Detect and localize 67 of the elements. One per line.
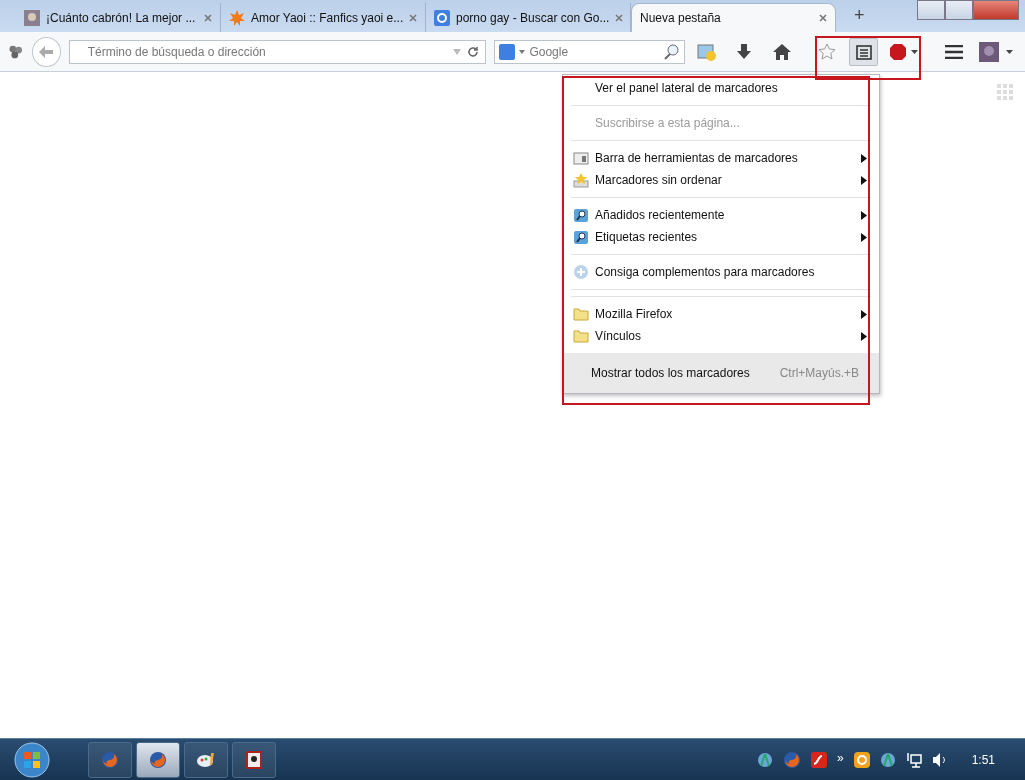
network-icon[interactable]: [905, 751, 922, 768]
submenu-arrow-icon: [861, 232, 867, 242]
search-placeholder: Google: [529, 44, 570, 59]
burst-icon: [229, 9, 245, 26]
menu-item[interactable]: Barra de herramientas de marcadores: [563, 147, 879, 169]
antenna-icon[interactable]: [756, 751, 773, 768]
firefox-icon[interactable]: [149, 750, 167, 769]
menu-item[interactable]: Ver el panel lateral de marcadores: [563, 77, 879, 99]
window-icon: [246, 750, 262, 769]
tray-expand-button[interactable]: »: [836, 750, 844, 765]
toolbar-icon: [573, 150, 589, 166]
search-field[interactable]: Google: [494, 39, 685, 64]
url-field[interactable]: Término de búsqueda o dirección: [68, 39, 487, 64]
tab-title: ¡Cuánto cabrón! La mejor ...: [46, 10, 197, 25]
menu-item[interactable]: Etiquetas recientes: [563, 226, 879, 248]
url-placeholder: Término de búsqueda o dirección: [87, 44, 267, 59]
search-folder-icon: [573, 229, 589, 245]
submenu-arrow-icon: [861, 331, 867, 341]
shortcut-label: Ctrl+Mayús.+B: [779, 366, 859, 380]
search-engine-icon[interactable]: [499, 43, 516, 60]
clock[interactable]: 1:51: [971, 752, 995, 767]
flash-icon[interactable]: [810, 751, 827, 768]
firefox-icon[interactable]: [101, 750, 119, 769]
close-icon[interactable]: [615, 13, 624, 22]
submenu-arrow-icon: [861, 309, 867, 319]
submenu-arrow-icon: [861, 175, 867, 185]
taskbar-button[interactable]: [232, 741, 276, 778]
restore-button[interactable]: [945, 0, 973, 20]
folder-icon: [573, 306, 589, 322]
new-tab-button[interactable]: +: [850, 5, 869, 26]
tab-title: Nueva pestaña: [640, 11, 722, 25]
sync-icon[interactable]: [8, 43, 24, 60]
bookmarks-menu-button[interactable]: [849, 37, 879, 66]
close-icon[interactable]: [204, 13, 212, 22]
dropdown-icon[interactable]: [519, 49, 526, 54]
submenu-arrow-icon: [861, 210, 867, 220]
photo-icon: [24, 9, 40, 26]
menu-item[interactable]: Añadidos recientemente: [563, 204, 879, 226]
submenu-arrow-icon: [861, 153, 867, 163]
menu-item[interactable]: Vínculos: [563, 325, 879, 347]
antenna-icon[interactable]: [879, 751, 896, 768]
back-arrow-icon: [38, 44, 55, 59]
firefox-icon[interactable]: [782, 750, 801, 769]
tab-title: Amor Yaoi :: Fanfics yaoi e...: [251, 10, 404, 25]
list-icon: [855, 43, 872, 60]
ring-icon[interactable]: [853, 751, 870, 768]
volume-icon[interactable]: [931, 751, 948, 768]
menu-item[interactable]: Marcadores sin ordenar: [563, 169, 879, 191]
close-icon[interactable]: [819, 14, 827, 22]
start-button[interactable]: [14, 741, 50, 778]
taskbar-button[interactable]: [184, 741, 228, 778]
palette-icon: [196, 750, 216, 769]
search-folder-icon: [573, 207, 589, 223]
menu-item[interactable]: Mozilla Firefox: [563, 303, 879, 325]
tab-title: porno gay - Buscar con Go...: [456, 10, 610, 25]
close-icon[interactable]: [409, 13, 418, 22]
g-icon: [434, 9, 450, 26]
show-all-bookmarks-item[interactable]: Mostrar todos los marcadores Ctrl+Mayús.+B: [563, 353, 879, 393]
star-tray-icon: [573, 172, 589, 188]
search-icon[interactable]: [663, 43, 680, 60]
folder-icon: [573, 328, 589, 344]
browser-tab[interactable]: Nueva pestaña: [631, 3, 836, 32]
menu-item[interactable]: Consiga complementos para marcadores: [563, 261, 879, 283]
reload-icon[interactable]: [467, 45, 480, 58]
minimize-button[interactable]: [917, 0, 945, 20]
addon-icon: [573, 264, 589, 280]
taskbar-button[interactable]: [136, 741, 180, 778]
